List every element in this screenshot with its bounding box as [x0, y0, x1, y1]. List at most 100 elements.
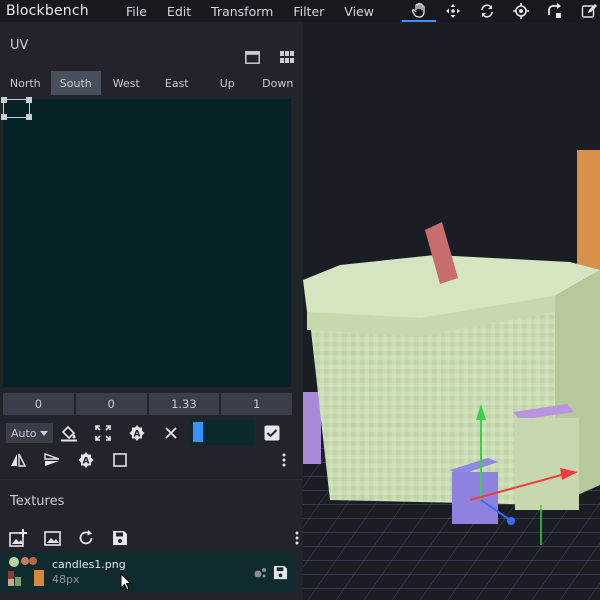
uv-selection-box[interactable]: [1, 97, 32, 120]
more-vertical-icon: [295, 531, 299, 545]
uv-tool-row-2: A: [3, 447, 295, 473]
texture-list-item[interactable]: candles1.png 48px: [0, 552, 296, 592]
left-panel: UV North South West East Up Down 0 0 1.3…: [0, 22, 303, 600]
uv-y-field[interactable]: 0: [75, 393, 147, 415]
uv-height-field[interactable]: 1: [221, 393, 292, 415]
uv-resize-handle[interactable]: [1, 114, 7, 120]
textures-panel-title: Textures: [10, 494, 65, 509]
maximize-uv-button[interactable]: [93, 423, 113, 443]
hand-icon: [411, 2, 425, 18]
mirror-y-icon: [44, 453, 60, 466]
uv-panel-title: UV: [10, 38, 29, 53]
uv-width-field[interactable]: 1.33: [148, 393, 220, 415]
menu-transform[interactable]: Transform: [211, 4, 273, 19]
texture-size: 48px: [52, 573, 80, 586]
texture-save-button[interactable]: [270, 562, 290, 582]
uv-editor-canvas[interactable]: [1, 97, 291, 387]
move-tool-button[interactable]: [436, 0, 470, 22]
face-tabs: North South West East Up Down: [0, 71, 303, 95]
uv-resize-handle[interactable]: [26, 114, 32, 120]
purple-block: [303, 392, 321, 464]
uv-mode-value: Auto: [11, 426, 37, 440]
refresh-icon: [79, 530, 93, 545]
grid-icon: [280, 51, 294, 63]
3d-viewport[interactable]: [303, 22, 600, 600]
particles-icon: [254, 568, 266, 578]
edit-icon: [581, 4, 597, 18]
tab-south[interactable]: South: [50, 71, 101, 95]
mouse-cursor-icon: [120, 573, 132, 591]
menu-bar: Blockbench File Edit Transform Filter Vi…: [0, 0, 600, 22]
window-icon: [244, 50, 260, 64]
auto-uv-button[interactable]: A: [127, 423, 147, 443]
edit-tool-button[interactable]: [572, 0, 600, 22]
add-image-icon: [9, 529, 27, 547]
uv-coordinates-row: 0 0 1.33 1: [3, 393, 292, 415]
clear-uv-button[interactable]: [161, 423, 181, 443]
texture-name: candles1.png: [52, 558, 126, 571]
pivot-icon: [513, 3, 529, 19]
rotate-tool-button[interactable]: [470, 0, 504, 22]
app-logo: Blockbench: [6, 3, 89, 19]
purple-cube-front: [515, 418, 579, 510]
tab-up[interactable]: Up: [202, 71, 253, 95]
square-icon: [113, 453, 127, 467]
rotate-icon: [481, 4, 493, 18]
color-swatch: [193, 422, 203, 442]
textures-more-button[interactable]: [292, 528, 302, 548]
save-icon: [273, 565, 287, 579]
save-textures-button[interactable]: [110, 528, 130, 548]
mirror-x-icon: [11, 453, 26, 467]
expand-icon: [95, 425, 111, 441]
mirror-x-button[interactable]: [8, 450, 28, 470]
uv-single-view-button[interactable]: [243, 48, 261, 66]
uv-resize-handle[interactable]: [26, 97, 32, 103]
candle-orange: [577, 150, 600, 275]
uv-color-field[interactable]: [190, 420, 255, 445]
tab-east[interactable]: East: [152, 71, 203, 95]
image-icon: [43, 530, 61, 546]
menu-file[interactable]: File: [126, 4, 147, 19]
svg-text:A: A: [83, 457, 90, 467]
mirror-y-button[interactable]: [42, 450, 62, 470]
save-icon: [113, 531, 127, 545]
hand-tool-button[interactable]: [402, 0, 436, 22]
menu-filter[interactable]: Filter: [293, 4, 324, 19]
vertex-snap-icon: [548, 3, 561, 18]
more-options-button[interactable]: [279, 450, 289, 470]
tab-north[interactable]: North: [0, 71, 51, 95]
menu-view[interactable]: View: [344, 4, 374, 19]
gizmo-z-handle: [507, 517, 515, 525]
fill-button[interactable]: [59, 423, 79, 443]
uv-tool-row: Auto A: [3, 420, 295, 446]
reload-textures-button[interactable]: [76, 528, 96, 548]
close-icon: [165, 427, 177, 439]
uv-x-field[interactable]: 0: [3, 393, 74, 415]
svg-text:A: A: [134, 430, 141, 440]
auto-uv-button-2[interactable]: A: [76, 450, 96, 470]
texture-usage-button[interactable]: [250, 562, 270, 582]
vertex-snap-tool-button[interactable]: [538, 0, 572, 22]
tab-down[interactable]: Down: [253, 71, 304, 95]
tab-west[interactable]: West: [101, 71, 152, 95]
auto-uv-icon: A: [129, 425, 145, 441]
chevron-down-icon: [40, 431, 48, 436]
apply-checkbox[interactable]: [262, 423, 282, 443]
texture-thumbnail: [8, 557, 44, 586]
divider: [0, 479, 303, 480]
pivot-tool-button[interactable]: [504, 0, 538, 22]
move-icon: [446, 4, 460, 18]
viewport-scene: [303, 150, 600, 600]
uv-mode-select[interactable]: Auto: [6, 423, 53, 443]
tool-bar: [402, 0, 600, 22]
import-texture-button[interactable]: [42, 528, 62, 548]
menu-edit[interactable]: Edit: [167, 4, 191, 19]
more-vertical-icon: [282, 453, 286, 467]
uv-grid-view-button[interactable]: [278, 48, 296, 66]
add-texture-button[interactable]: [8, 528, 28, 548]
auto-uv-icon: A: [78, 452, 94, 468]
checkbox-icon: [264, 425, 280, 441]
uv-resize-handle[interactable]: [1, 97, 7, 103]
paint-bucket-icon: [61, 425, 77, 442]
face-toggle-button[interactable]: [110, 450, 130, 470]
